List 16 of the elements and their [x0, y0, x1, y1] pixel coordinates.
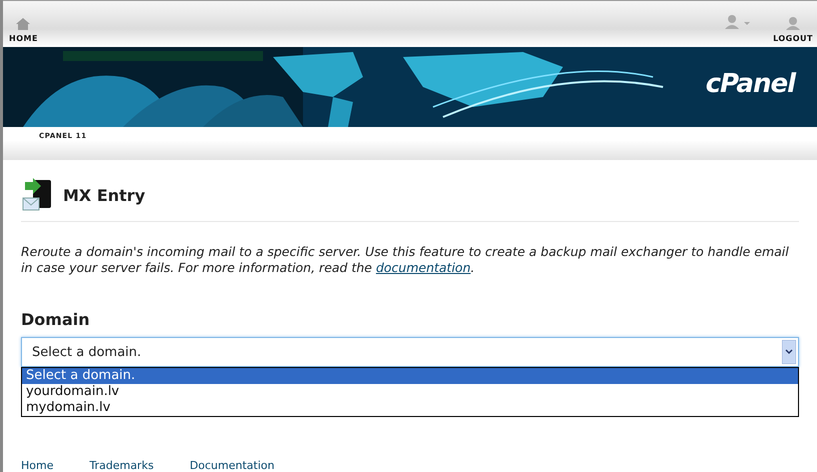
footer-link[interactable]: Trademarks [89, 459, 154, 472]
description-text: Reroute a domain's incoming mail to a specific server. Use this feature to create a backup mail exchanger to handle email in case your server fails. For more information, read the documentation. [21, 244, 790, 276]
dropdown-option[interactable]: Select a domain. [22, 368, 798, 384]
user-logout-icon[interactable] [786, 17, 800, 30]
footer-link[interactable]: Home [21, 459, 54, 472]
domain-select[interactable]: Select a domain. [21, 337, 799, 367]
cpanel-logo: cPanel [706, 69, 795, 99]
logout-link[interactable]: LOGOUT [773, 34, 813, 43]
dropdown-arrow-icon[interactable] [782, 340, 796, 364]
home-icon[interactable] [16, 18, 30, 30]
page-title: MX Entry [63, 186, 146, 204]
documentation-link[interactable]: documentation [376, 260, 471, 275]
footer-link[interactable]: Documentation [190, 459, 274, 472]
home-link[interactable]: HOME [9, 34, 38, 43]
domain-label: Domain [21, 310, 91, 329]
user-icon[interactable] [725, 15, 752, 29]
